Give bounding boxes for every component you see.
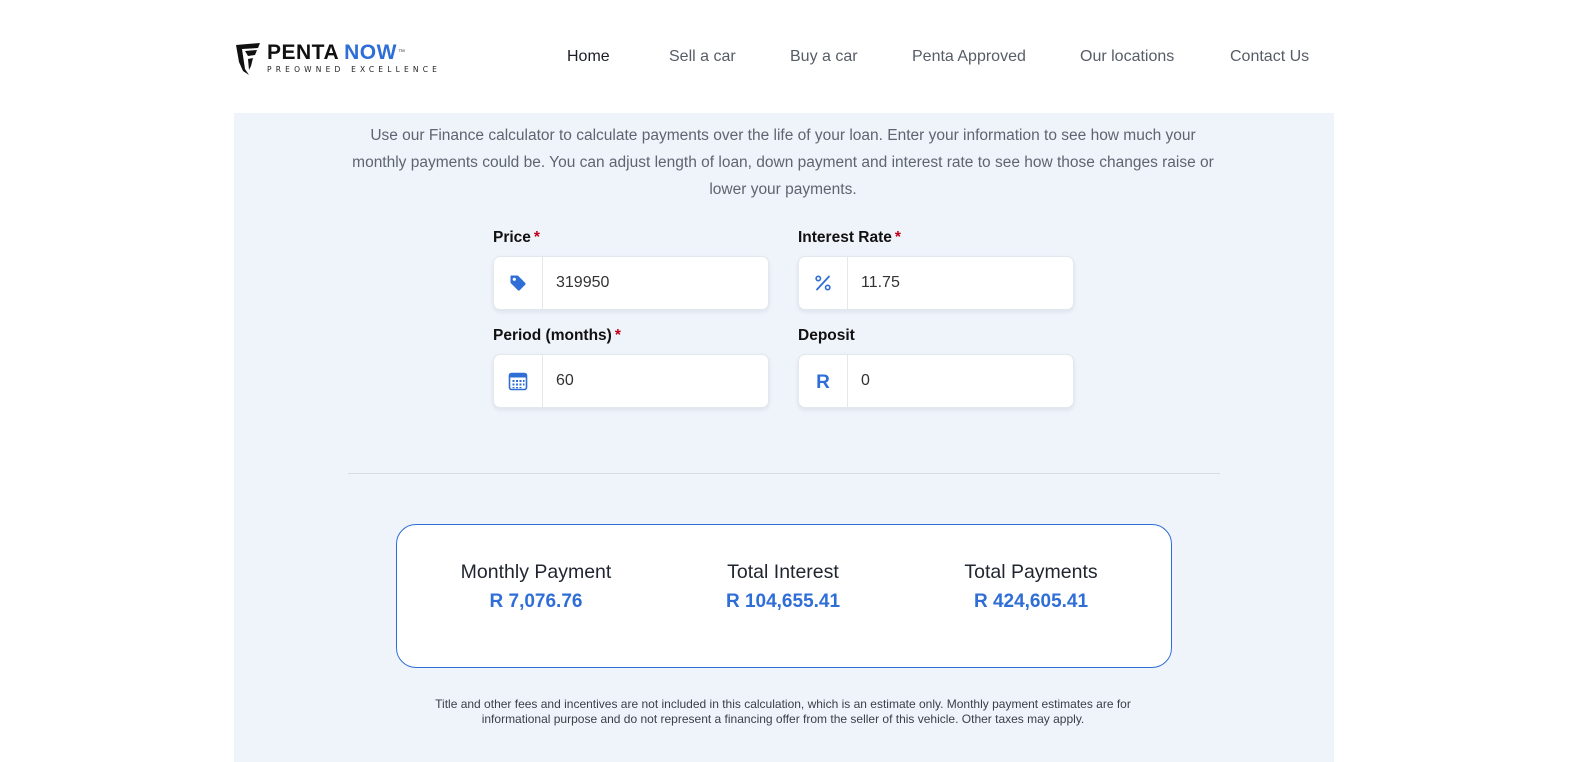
nav-sell-a-car[interactable]: Sell a car (669, 46, 736, 68)
monthly-payment-result: Monthly Payment R 7,076.76 (406, 559, 666, 615)
price-label-text: Price (493, 229, 531, 246)
price-input[interactable] (543, 257, 768, 309)
brand-tagline: PREOWNED EXCELLENCE (267, 65, 442, 74)
section-divider (348, 473, 1220, 474)
deposit-input-group: R (798, 354, 1074, 408)
rand-currency-icon: R (799, 355, 848, 407)
required-marker: * (894, 229, 901, 246)
price-input-group (493, 256, 769, 310)
nav-penta-approved[interactable]: Penta Approved (912, 46, 1026, 68)
total-payments-value: R 424,605.41 (973, 591, 1089, 612)
interest-rate-input-group (798, 256, 1074, 310)
interest-rate-label-text: Interest Rate (798, 229, 892, 246)
nav-home[interactable]: Home (567, 46, 610, 68)
total-interest-value: R 104,655.41 (725, 591, 841, 612)
total-payments-result: Total Payments R 424,605.41 (901, 559, 1161, 615)
calculator-intro: Use our Finance calculator to calculate … (352, 127, 1214, 198)
disclaimer-text: Title and other fees and incentives are … (435, 697, 1131, 726)
brand-name-part1: PENTA (267, 41, 340, 64)
brand-name-part2: NOW (344, 41, 397, 64)
price-label: Price * (493, 229, 540, 247)
rand-currency-glyph: R (816, 372, 830, 393)
results-card: Monthly Payment R 7,076.76 Total Interes… (396, 524, 1172, 668)
brand-logo[interactable]: PENTA NOW™ PREOWNED EXCELLENCE (234, 42, 441, 76)
required-marker: * (533, 229, 540, 246)
interest-rate-input[interactable] (848, 257, 1073, 309)
period-label: Period (months) * (493, 327, 621, 345)
total-interest-label: Total Interest (727, 561, 839, 583)
deposit-input[interactable] (848, 355, 1073, 407)
total-payments-label: Total Payments (964, 561, 1098, 583)
nav-our-locations[interactable]: Our locations (1080, 46, 1174, 68)
nav-contact-us[interactable]: Contact Us (1230, 46, 1309, 68)
nav-buy-a-car[interactable]: Buy a car (790, 46, 858, 68)
interest-rate-label: Interest Rate * (798, 229, 901, 247)
period-input[interactable] (543, 355, 768, 407)
monthly-payment-value: R 7,076.76 (489, 591, 583, 612)
deposit-label-text: Deposit (798, 327, 855, 344)
trademark-symbol: ™ (397, 49, 406, 56)
period-input-group (493, 354, 769, 408)
deposit-label: Deposit (798, 327, 855, 345)
shield-logo-icon (236, 43, 260, 75)
required-marker: * (614, 327, 621, 344)
total-interest-result: Total Interest R 104,655.41 (653, 559, 913, 615)
period-label-text: Period (months) (493, 327, 612, 344)
monthly-payment-label: Monthly Payment (460, 561, 612, 583)
site-header: PENTA NOW™ PREOWNED EXCELLENCE Home Sell … (0, 0, 1582, 113)
price-tag-icon (494, 257, 543, 309)
calendar-icon (494, 355, 543, 407)
percent-icon (799, 257, 848, 309)
